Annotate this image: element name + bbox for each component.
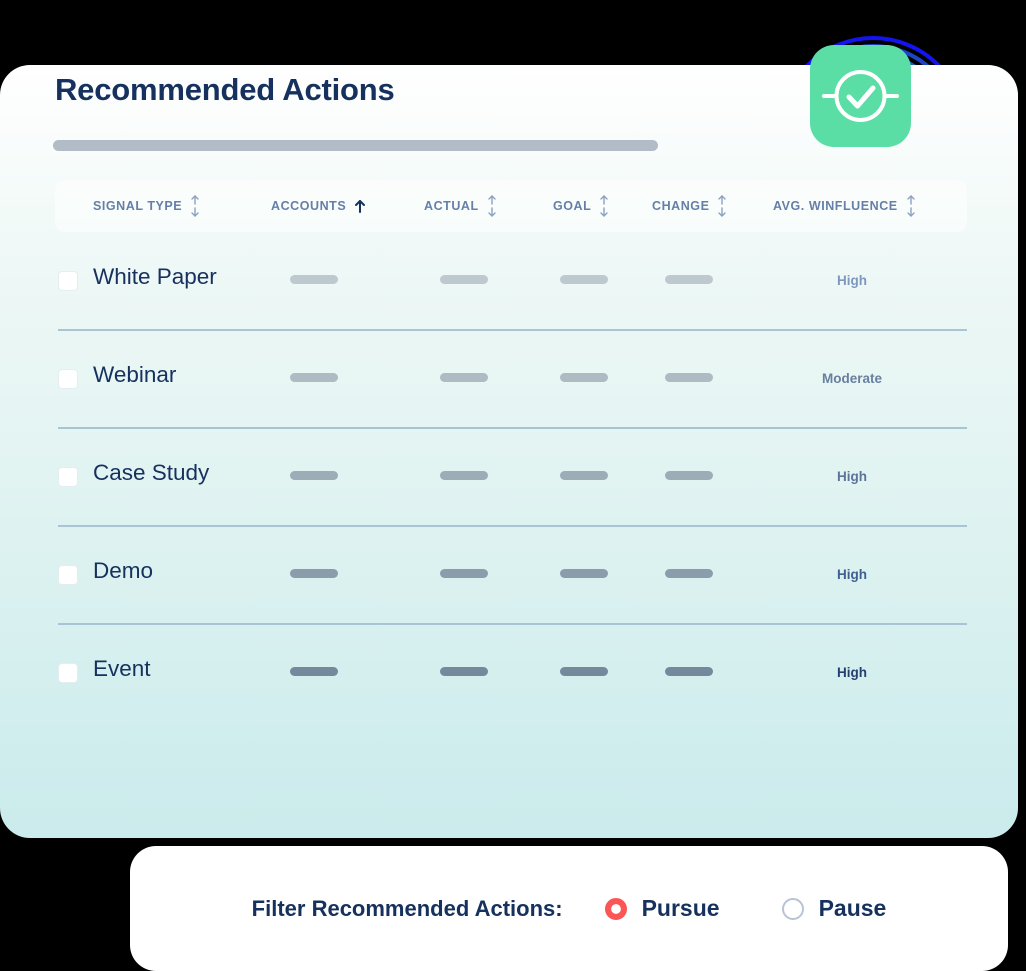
column-header-signal-type[interactable]: SIGNAL TYPE — [93, 180, 200, 232]
row-winfluence-value: High — [837, 665, 867, 680]
table-row[interactable]: Demo High — [55, 526, 967, 625]
sort-both-icon — [906, 195, 915, 217]
value-placeholder-bar — [665, 471, 713, 480]
value-placeholder-bar — [440, 569, 488, 578]
row-checkbox[interactable] — [58, 565, 78, 585]
value-placeholder-bar — [440, 373, 488, 382]
value-placeholder-bar — [560, 471, 608, 480]
row-winfluence-value: High — [837, 273, 867, 288]
row-checkbox[interactable] — [58, 369, 78, 389]
value-placeholder-bar — [560, 373, 608, 382]
radio-dot-unselected-icon[interactable] — [781, 897, 804, 920]
row-signal-type: Webinar — [93, 362, 177, 387]
value-placeholder-bar — [665, 569, 713, 578]
radio-label-pursue: Pursue — [641, 895, 720, 921]
table-row[interactable]: Webinar Moderate — [55, 330, 967, 429]
value-placeholder-bar — [290, 667, 338, 676]
recommended-actions-table: SIGNAL TYPE ACCOUNTS ACTUAL GOAL CHANGE … — [55, 180, 967, 722]
row-winfluence-value: Moderate — [821, 371, 883, 386]
row-signal-type: Demo — [93, 558, 154, 583]
value-placeholder-bar — [560, 275, 608, 284]
value-placeholder-bar — [290, 471, 338, 480]
table-header-row: SIGNAL TYPE ACCOUNTS ACTUAL GOAL CHANGE … — [55, 180, 967, 232]
row-signal-type: Event — [93, 656, 151, 681]
value-placeholder-bar — [440, 471, 488, 480]
column-header-accounts[interactable]: ACCOUNTS — [271, 180, 366, 232]
column-header-avg-winfluence[interactable]: AVG. WINFLUENCE — [773, 180, 916, 232]
value-placeholder-bar — [665, 275, 713, 284]
value-placeholder-bar — [440, 275, 488, 284]
sort-both-icon — [718, 195, 727, 217]
column-header-actual[interactable]: ACTUAL — [424, 180, 497, 232]
column-label: ACCOUNTS — [271, 199, 347, 213]
check-circle-badge — [810, 45, 911, 147]
row-signal-type: White Paper — [93, 264, 217, 289]
column-label: CHANGE — [652, 199, 710, 213]
row-signal-type: Case Study — [93, 460, 210, 485]
value-placeholder-bar — [665, 373, 713, 382]
sort-ascending-icon — [355, 200, 366, 213]
filter-panel: Filter Recommended Actions: Pursue Pause — [130, 846, 1008, 971]
table-body: White Paper High Webinar Moderate Case Study… — [55, 232, 967, 722]
column-label: ACTUAL — [424, 199, 479, 213]
screen: Recommended Actions SIGNAL TYPE ACCOUNTS… — [0, 0, 1026, 971]
row-checkbox[interactable] — [58, 663, 78, 683]
column-header-goal[interactable]: GOAL — [553, 180, 609, 232]
filter-label: Filter Recommended Actions: — [251, 895, 563, 921]
value-placeholder-bar — [290, 569, 338, 578]
check-circle-icon — [822, 70, 899, 122]
value-placeholder-bar — [560, 569, 608, 578]
title-placeholder-bar — [53, 140, 658, 151]
table-row[interactable]: White Paper High — [55, 232, 967, 331]
column-header-change[interactable]: CHANGE — [652, 180, 727, 232]
column-label: SIGNAL TYPE — [93, 199, 183, 213]
column-label: AVG. WINFLUENCE — [773, 199, 898, 213]
table-row[interactable]: Case Study High — [55, 428, 967, 527]
value-placeholder-bar — [440, 667, 488, 676]
column-label: GOAL — [553, 199, 592, 213]
sort-both-icon — [487, 195, 496, 217]
row-checkbox[interactable] — [58, 467, 78, 487]
value-placeholder-bar — [290, 275, 338, 284]
value-placeholder-bar — [290, 373, 338, 382]
value-placeholder-bar — [665, 667, 713, 676]
radio-option-pause[interactable]: Pause — [781, 895, 887, 922]
row-checkbox[interactable] — [58, 271, 78, 291]
row-winfluence-value: High — [837, 567, 867, 582]
radio-dot-selected-icon[interactable] — [604, 897, 627, 920]
row-winfluence-value: High — [837, 469, 867, 484]
value-placeholder-bar — [560, 667, 608, 676]
table-row[interactable]: Event High — [55, 624, 967, 722]
sort-both-icon — [191, 195, 199, 217]
sort-both-icon — [600, 195, 609, 217]
radio-option-pursue[interactable]: Pursue — [604, 895, 720, 922]
radio-label-pause: Pause — [818, 895, 887, 921]
page-title: Recommended Actions — [55, 72, 395, 107]
